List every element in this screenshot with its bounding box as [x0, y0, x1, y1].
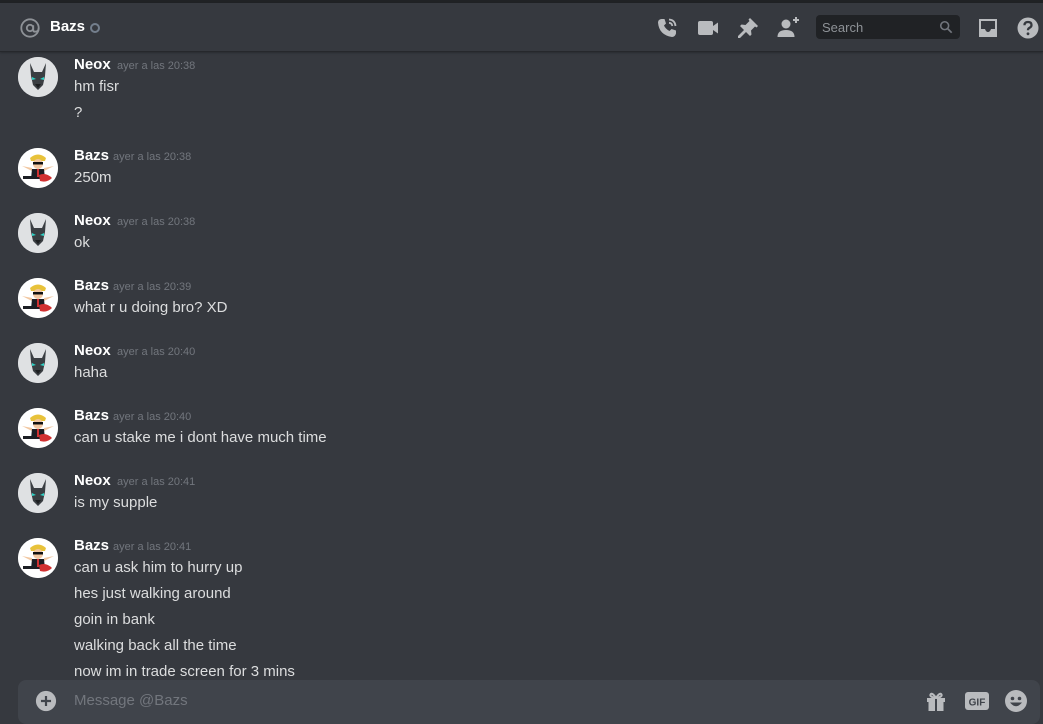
message-text: walking back all the time — [74, 637, 237, 654]
avatar[interactable] — [18, 408, 58, 448]
message-text: is my supple — [74, 494, 158, 511]
search-icon — [939, 20, 953, 34]
status-icon — [90, 23, 100, 33]
message-group: Neox ayer a las 20:38 hm fisr? — [0, 52, 1043, 129]
message-timestamp: ayer a las 20:41 — [113, 541, 192, 553]
message-text: can u stake me i dont have much time — [74, 429, 327, 446]
message-author[interactable]: Neox — [74, 55, 111, 75]
avatar[interactable] — [18, 538, 58, 578]
at-icon — [20, 18, 40, 38]
message-group: Neox ayer a las 20:41 is my supple — [0, 468, 1043, 519]
help-icon[interactable] — [1016, 16, 1040, 40]
message-group: Neox ayer a las 20:38 ok — [0, 208, 1043, 259]
channel-header: Bazs Search — [0, 3, 1043, 52]
message-text: goin in bank — [74, 611, 155, 628]
gift-icon[interactable] — [924, 689, 948, 713]
message-author[interactable]: Neox — [74, 211, 111, 231]
message-text: 250m — [74, 169, 112, 186]
message-text: hm fisr — [74, 78, 119, 95]
message-text: can u ask him to hurry up — [74, 559, 243, 576]
message-timestamp: ayer a las 20:40 — [113, 411, 192, 423]
message-text: what r u doing bro? XD — [74, 299, 228, 316]
message-text: ? — [74, 104, 83, 121]
channel-title: Bazs — [50, 18, 86, 35]
avatar[interactable] — [18, 148, 58, 188]
message-composer: Message @Bazs GIF — [18, 680, 1040, 724]
message-timestamp: ayer a las 20:39 — [113, 281, 192, 293]
message-group: Bazs ayer a las 20:40 can u stake me i don… — [0, 403, 1043, 454]
inbox-icon[interactable] — [976, 16, 1000, 40]
message-timestamp: ayer a las 20:38 — [117, 216, 196, 228]
message-author[interactable]: Neox — [74, 471, 111, 491]
message-input[interactable]: Message @Bazs — [74, 691, 188, 711]
message-text: haha — [74, 364, 108, 381]
avatar[interactable] — [18, 343, 58, 383]
video-icon[interactable] — [696, 16, 720, 40]
message-author[interactable]: Bazs — [74, 276, 109, 296]
message-author[interactable]: Bazs — [74, 146, 109, 166]
message-list[interactable]: Neox ayer a las 20:38 hm fisr? Bazs ayer a l… — [0, 52, 1043, 680]
avatar[interactable] — [18, 473, 58, 513]
message-group: Bazs ayer a las 20:41 can u ask him to hur… — [0, 533, 1043, 680]
search-placeholder: Search — [822, 20, 864, 35]
avatar[interactable] — [18, 213, 58, 253]
message-text: ok — [74, 234, 90, 251]
message-group: Bazs ayer a las 20:38 250m — [0, 143, 1043, 194]
message-timestamp: ayer a las 20:38 — [117, 60, 196, 72]
add-friend-icon[interactable] — [776, 16, 800, 40]
gif-icon[interactable]: GIF — [964, 689, 990, 713]
emoji-icon[interactable] — [1004, 689, 1028, 713]
message-timestamp: ayer a las 20:40 — [117, 346, 196, 358]
call-icon[interactable] — [655, 16, 679, 40]
message-group: Neox ayer a las 20:40 haha — [0, 338, 1043, 389]
message-timestamp: ayer a las 20:38 — [113, 151, 192, 163]
message-author[interactable]: Bazs — [74, 406, 109, 426]
message-timestamp: ayer a las 20:41 — [117, 476, 196, 488]
search-input[interactable]: Search — [816, 15, 960, 39]
avatar[interactable] — [18, 57, 58, 97]
message-author[interactable]: Bazs — [74, 536, 109, 556]
add-attachment-icon[interactable] — [35, 690, 57, 712]
avatar[interactable] — [18, 278, 58, 318]
message-text: hes just walking around — [74, 585, 231, 602]
message-author[interactable]: Neox — [74, 341, 111, 361]
svg-text:GIF: GIF — [969, 698, 986, 709]
message-group: Bazs ayer a las 20:39 what r u doing bro? … — [0, 273, 1043, 324]
pin-icon[interactable] — [736, 16, 760, 40]
message-text: now im in trade screen for 3 mins — [74, 663, 295, 680]
